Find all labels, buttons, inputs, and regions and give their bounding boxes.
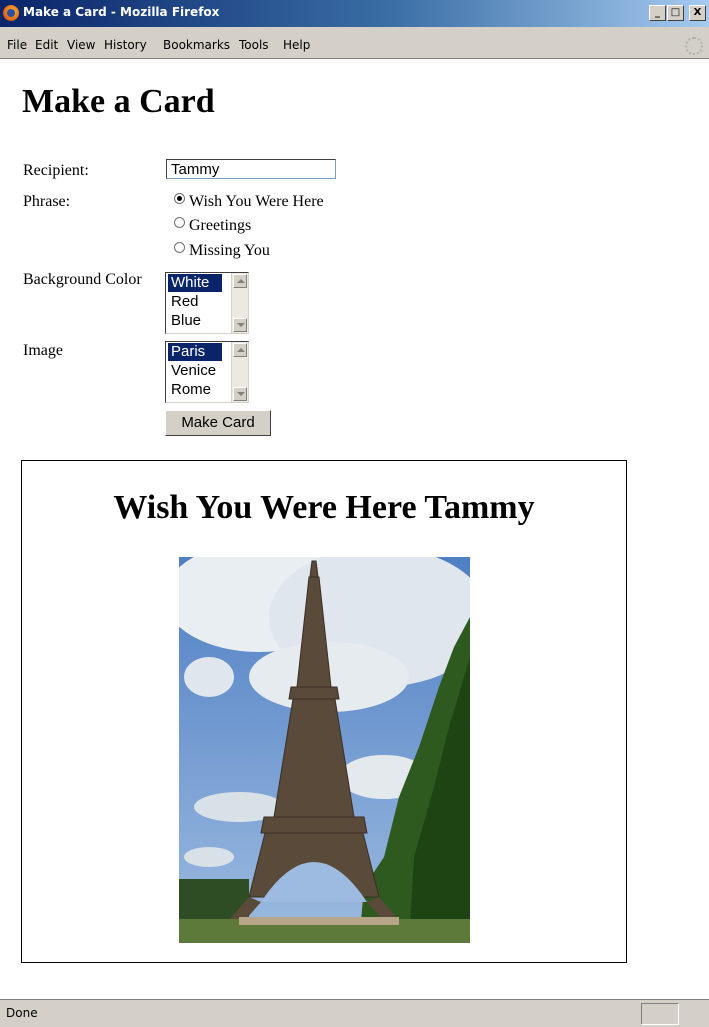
scroll-up-icon[interactable] [233, 274, 247, 288]
scrollbar[interactable] [231, 342, 248, 402]
image-option-rome[interactable]: Rome [168, 381, 222, 399]
menu-tools[interactable]: Tools [239, 38, 269, 52]
scroll-up-icon[interactable] [233, 343, 247, 357]
menu-help[interactable]: Help [283, 38, 310, 52]
recipient-label: Recipient: [23, 162, 89, 179]
scroll-down-icon[interactable] [233, 387, 247, 401]
background-color-label: Background Color [23, 271, 142, 288]
phrase-option-wish[interactable]: Wish You Were Here [174, 193, 324, 211]
menu-history[interactable]: History [104, 38, 147, 52]
eiffel-tower-image [179, 557, 470, 943]
menu-bar: File Edit View History Bookmarks Tools H… [0, 27, 709, 59]
firefox-icon [3, 5, 19, 21]
page-content: Make a Card Recipient: Tammy Phrase: Wis… [0, 59, 709, 999]
image-option-venice[interactable]: Venice [168, 362, 222, 380]
scrollbar[interactable] [231, 273, 248, 333]
minimize-button[interactable]: _ [649, 5, 666, 21]
card-preview: Wish You Were Here Tammy [21, 460, 627, 963]
menu-edit[interactable]: Edit [35, 38, 58, 52]
maximize-button[interactable]: □ [667, 5, 684, 21]
status-panel [641, 1003, 679, 1025]
bg-option-white[interactable]: White [168, 274, 222, 292]
phrase-option-label: Wish You Were Here [189, 193, 324, 210]
page-title: Make a Card [22, 83, 215, 120]
scroll-down-icon[interactable] [233, 318, 247, 332]
make-card-button[interactable]: Make Card [165, 410, 271, 436]
bg-option-blue[interactable]: Blue [168, 312, 222, 330]
radio-selected-icon[interactable] [174, 193, 185, 204]
image-select[interactable]: Paris Venice Rome [165, 341, 249, 403]
phrase-option-label: Missing You [189, 242, 270, 259]
radio-icon[interactable] [174, 217, 185, 228]
bg-option-red[interactable]: Red [168, 293, 222, 311]
status-bar: Done [0, 999, 709, 1027]
menu-file[interactable]: File [7, 38, 27, 52]
background-color-select[interactable]: White Red Blue [165, 272, 249, 334]
recipient-input[interactable]: Tammy [166, 159, 336, 179]
phrase-option-label: Greetings [189, 217, 252, 234]
window-titlebar: Make a Card - Mozilla Firefox _ □ X [0, 0, 709, 27]
throbber-icon [685, 37, 703, 55]
phrase-option-missing[interactable]: Missing You [174, 242, 270, 260]
image-option-paris[interactable]: Paris [168, 343, 222, 361]
window-title: Make a Card - Mozilla Firefox [23, 5, 220, 19]
status-text: Done [6, 1006, 38, 1020]
phrase-option-greetings[interactable]: Greetings [174, 217, 251, 235]
image-label: Image [23, 342, 63, 359]
radio-icon[interactable] [174, 242, 185, 253]
phrase-label: Phrase: [23, 193, 71, 210]
menu-view[interactable]: View [67, 38, 95, 52]
menu-bookmarks[interactable]: Bookmarks [163, 38, 230, 52]
close-button[interactable]: X [689, 5, 706, 21]
card-heading: Wish You Were Here Tammy [113, 489, 535, 526]
